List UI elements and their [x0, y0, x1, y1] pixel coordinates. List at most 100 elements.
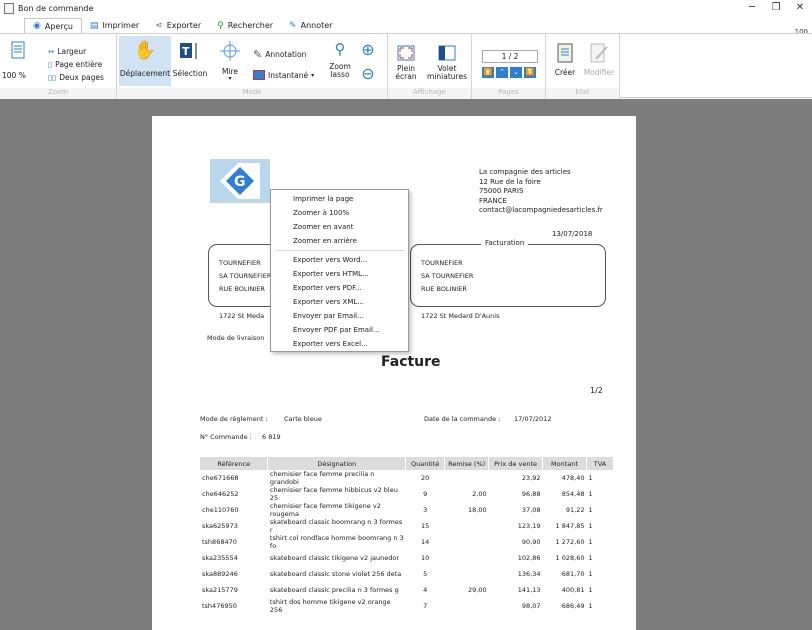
plein-ecran-button[interactable]: Plein écran — [391, 44, 421, 81]
dropdown-arrow-icon: ▾ — [228, 74, 232, 82]
menu-item-export-html[interactable]: Exporter vers HTML... — [293, 270, 369, 278]
minimize-icon[interactable]: ─ — [745, 2, 759, 13]
prev-page-icon[interactable]: ⌃ — [496, 67, 508, 78]
zoom-group: 100 % ↔ Largeur ▯ Page entière ▯▯ Deux p… — [0, 34, 117, 99]
context-menu: Imprimer la page Zoomer à 100% Zoomer en… — [270, 189, 409, 352]
largeur-button[interactable]: ↔ Largeur — [48, 47, 86, 56]
first-page-icon[interactable]: ⏫ — [482, 67, 494, 78]
crosshair-icon — [219, 40, 241, 62]
cell-reference: ska889246 — [202, 570, 238, 578]
menu-item-export-pdf[interactable]: Exporter vers PDF... — [293, 284, 362, 292]
order-number-label: N° Commande : — [200, 433, 252, 441]
delivery-mode-label: Mode de livraison — [207, 334, 265, 342]
document-viewer[interactable]: G La compagnie des articles 12 Rue de la… — [0, 99, 812, 630]
column-header: Montant — [542, 457, 587, 470]
cell-vat: 1 — [588, 602, 593, 610]
cell-discount — [445, 566, 489, 582]
cell-quantity: 3 — [423, 506, 428, 514]
column-header: Référence — [200, 457, 269, 470]
cell-amount: 681,70 — [561, 570, 585, 578]
column-header: Quantité — [405, 457, 446, 470]
cell-amount: 1 272,60 — [555, 538, 585, 546]
cell-reference: che110760 — [202, 506, 239, 514]
page-icon — [9, 40, 27, 60]
search-icon: ⚲ — [217, 20, 224, 31]
billing-address-box: Facturation TOURNEFIER SA TOURNEFIER RUE… — [410, 239, 606, 320]
tab-rechercher[interactable]: ⚲ Rechercher — [209, 18, 281, 33]
table-row: che646252 chemisier face femme hibbicus … — [200, 486, 614, 502]
menu-item-export-xml[interactable]: Exporter vers XML... — [293, 298, 364, 306]
tab-annoter[interactable]: ✎ Annoter — [281, 18, 340, 33]
cell-quantity: 14 — [421, 538, 430, 546]
tab-label: Exporter — [166, 21, 202, 30]
menu-item-export-excel[interactable]: Exporter vers Excel... — [293, 340, 368, 348]
zoom-lasso-button[interactable]: ⚲ Zoom lasso — [325, 40, 355, 79]
volet-miniatures-button[interactable]: Volet miniatures — [426, 44, 468, 81]
delivery-line: TOURNEFIER — [219, 259, 261, 267]
selection-button[interactable]: T Sélection — [173, 40, 207, 78]
cell-price: 37,08 — [521, 506, 541, 514]
two-pages-icon: ▯▯ — [48, 73, 57, 82]
menu-item-send-email[interactable]: Envoyer par Email... — [293, 312, 364, 320]
tab-apercu[interactable]: ◉ Aperçu — [24, 18, 82, 33]
mire-button[interactable]: Mire ▾ — [213, 40, 247, 82]
cell-amount: 478,40 — [561, 474, 585, 482]
cell-designation: tshirt dos homme tikigene v2 orange 256 — [269, 598, 391, 614]
zoom-in-button[interactable]: ⊕ — [357, 40, 379, 60]
cell-discount — [445, 550, 489, 566]
annotation-button[interactable]: ✎ Annotation — [253, 48, 306, 61]
cell-price: 23,92 — [521, 474, 541, 482]
text-select-icon: T — [179, 40, 201, 62]
page-counter-input[interactable]: 1 / 2 — [482, 50, 538, 63]
menu-item-print-page[interactable]: Imprimer la page — [293, 195, 353, 203]
cell-price: 102,86 — [517, 554, 541, 562]
table-row: tsh476950 tshirt dos homme tikigene v2 o… — [200, 598, 614, 614]
pen-icon: ✎ — [289, 20, 297, 31]
company-name: La compagnie des articles — [479, 168, 571, 176]
cell-amount: 1 028,60 — [555, 554, 585, 562]
table-row: tsh868470 tshirt col rondface homme boom… — [200, 534, 614, 550]
plein-ecran-label: Plein écran — [395, 64, 417, 81]
payment-mode-label: Mode de règlement : — [200, 415, 268, 423]
billing-line: RUE BOLINIER — [421, 285, 467, 293]
delivery-line: SA TOURNEFIER — [219, 272, 272, 280]
cell-reference: che646252 — [202, 490, 239, 498]
menu-item-zoom-100[interactable]: Zoomer à 100% — [293, 209, 349, 217]
next-page-icon[interactable]: ⌄ — [510, 67, 522, 78]
cell-quantity: 15 — [421, 522, 430, 530]
menu-item-send-pdf-email[interactable]: Envoyer PDF par Email... — [293, 326, 380, 334]
delivery-line: RUE BOLINIER — [219, 285, 265, 293]
last-page-icon[interactable]: ⏬ — [524, 67, 536, 78]
menu-item-zoom-in[interactable]: Zoomer en avant — [293, 223, 353, 231]
annotation-label: Annotation — [265, 50, 307, 59]
edit-document-icon — [589, 42, 609, 64]
deplacement-button[interactable]: ✋ Déplacement — [119, 36, 171, 86]
zoom-100-button[interactable] — [6, 40, 30, 60]
menu-item-zoom-out[interactable]: Zoomer en arrière — [293, 237, 357, 245]
invoice-heading: Facture — [381, 354, 441, 370]
creer-button[interactable]: Créer — [552, 42, 578, 77]
document-icon — [4, 3, 14, 14]
deux-pages-button[interactable]: ▯▯ Deux pages — [48, 73, 104, 82]
restore-icon[interactable]: ❐ — [769, 2, 783, 13]
cell-price: 123,19 — [517, 522, 541, 530]
group-label: Zoom — [0, 88, 116, 99]
tab-imprimer[interactable]: ▤ Imprimer — [82, 18, 147, 33]
order-date-label: Date de la commande : — [424, 415, 501, 423]
tab-exporter[interactable]: ⋖ Exporter — [147, 18, 209, 33]
instantane-button[interactable]: Instantané ▾ — [253, 70, 314, 80]
zoom-out-button[interactable]: ⊖ — [357, 64, 379, 84]
cell-discount — [445, 470, 489, 486]
close-icon[interactable]: ✕ — [793, 2, 807, 13]
page-entiere-button[interactable]: ▯ Page entière — [48, 60, 102, 69]
full-page-icon: ▯ — [48, 60, 53, 69]
mode-group: ✋ Déplacement T Sélection Mire ▾ ✎ Annot… — [117, 34, 388, 99]
sidebar-panel-icon — [437, 44, 457, 62]
modifier-button[interactable]: Modifier — [582, 42, 616, 77]
page-entiere-label: Page entière — [55, 60, 103, 69]
svg-text:G: G — [234, 174, 246, 190]
export-icon: ⋖ — [155, 20, 163, 31]
company-street: 12 Rue de la foire — [479, 177, 541, 186]
delivery-line: 1722 St Meda — [219, 312, 265, 320]
menu-item-export-word[interactable]: Exporter vers Word... — [293, 256, 367, 264]
